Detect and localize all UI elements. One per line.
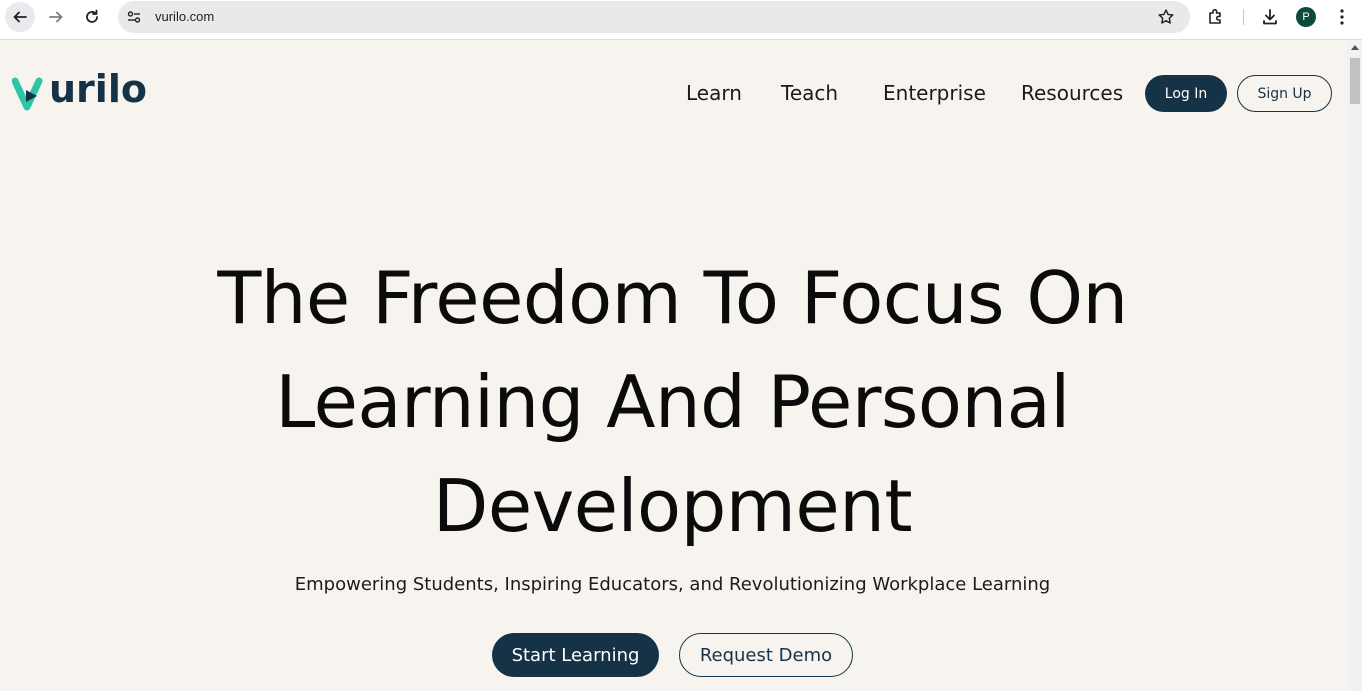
hero-line: The Freedom To Focus On — [217, 256, 1128, 340]
address-bar[interactable]: vurilo.com — [118, 1, 1190, 33]
download-icon — [1263, 9, 1277, 25]
back-button[interactable] — [5, 2, 35, 32]
browser-menu-button[interactable] — [1331, 6, 1353, 28]
browser-toolbar: vurilo.com P — [0, 0, 1362, 40]
url-text[interactable]: vurilo.com — [155, 9, 214, 24]
hero-heading: The Freedom To Focus On Learning And Per… — [100, 246, 1245, 558]
login-button[interactable]: Log In — [1145, 75, 1227, 112]
toolbar-divider — [1243, 9, 1244, 25]
reload-icon — [86, 9, 98, 23]
vurilo-v-mark-icon — [12, 77, 43, 111]
more-menu-icon — [1340, 9, 1344, 25]
nav-enterprise[interactable]: Enterprise — [883, 81, 986, 105]
logo-wordmark: urilo — [49, 67, 147, 111]
reload-button[interactable] — [77, 2, 107, 32]
forward-button[interactable] — [41, 2, 71, 32]
nav-teach[interactable]: Teach — [781, 81, 838, 105]
nav-learn[interactable]: Learn — [686, 81, 742, 105]
extensions-button[interactable] — [1205, 6, 1227, 28]
hero-line: Development — [432, 464, 913, 548]
profile-avatar[interactable]: P — [1296, 7, 1316, 27]
vurilo-homepage: urilo Learn Teach Enterprise Resources L… — [0, 41, 1347, 691]
hero-subtitle: Empowering Students, Inspiring Educators… — [294, 574, 1051, 595]
hero-line: Learning And Personal — [275, 360, 1070, 444]
site-settings-icon[interactable] — [126, 9, 142, 25]
downloads-button[interactable] — [1259, 6, 1281, 28]
start-learning-button[interactable]: Start Learning — [492, 633, 659, 677]
vurilo-logo[interactable]: urilo — [12, 67, 157, 117]
request-demo-button[interactable]: Request Demo — [679, 633, 853, 677]
forward-arrow-icon — [49, 11, 63, 23]
scroll-up-arrow-icon[interactable] — [1351, 45, 1359, 50]
nav-resources[interactable]: Resources — [1021, 81, 1123, 105]
bookmark-star-icon[interactable] — [1157, 8, 1175, 26]
scroll-thumb[interactable] — [1350, 58, 1360, 104]
page-scrollbar[interactable] — [1347, 41, 1362, 691]
signup-button[interactable]: Sign Up — [1237, 75, 1332, 112]
back-arrow-icon — [13, 11, 27, 23]
extensions-icon — [1209, 8, 1221, 24]
